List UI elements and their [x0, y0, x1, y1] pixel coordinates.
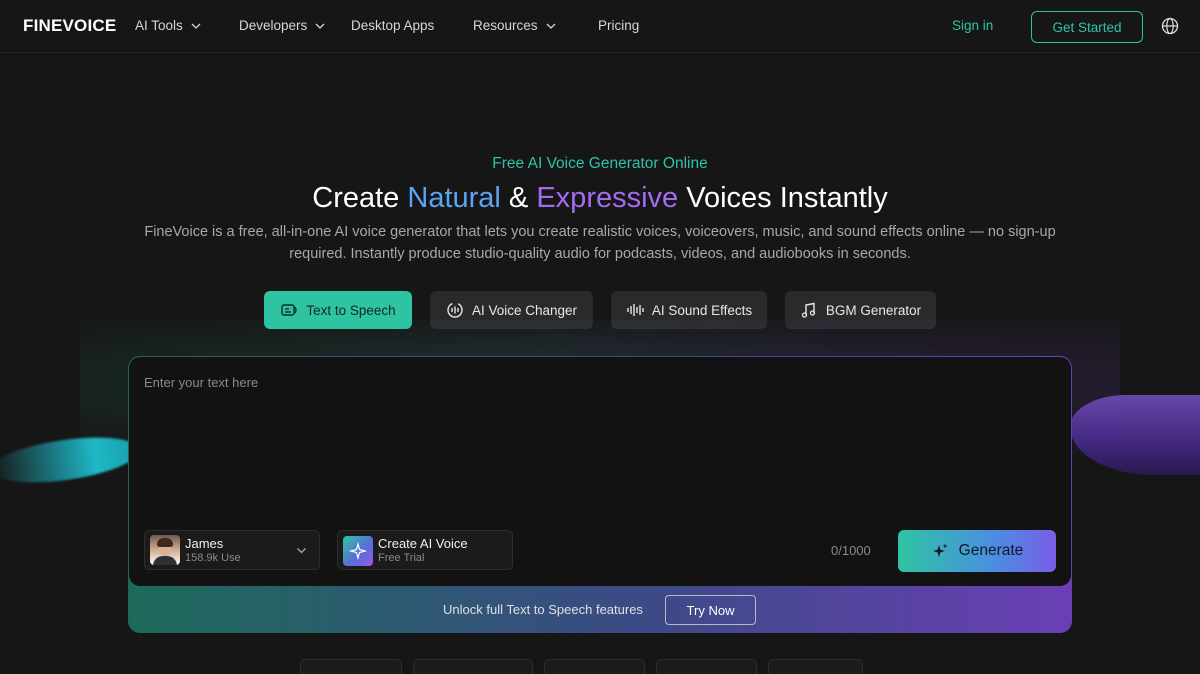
hero-headline: Create Natural & Expressive Voices Insta…: [0, 182, 1200, 215]
tab-label: Text to Speech: [306, 302, 396, 318]
chevron-down-icon: [191, 23, 201, 29]
category-pill[interactable]: [300, 659, 402, 674]
nav-divider: [0, 52, 1200, 53]
logo[interactable]: FINEVOICE: [23, 16, 116, 36]
unlock-text: Unlock full Text to Speech features: [443, 602, 643, 617]
nav-item-label: Desktop Apps: [351, 18, 435, 33]
category-pill[interactable]: [413, 659, 533, 674]
voice-avatar: [150, 535, 180, 565]
voice-usage: 158.9k Use: [185, 552, 241, 564]
tab-label: AI Sound Effects: [651, 302, 753, 318]
nav-item-pricing[interactable]: Pricing: [598, 18, 639, 33]
text-input[interactable]: [144, 375, 1044, 515]
nav-item-developers[interactable]: Developers: [239, 18, 325, 33]
text-to-speech-icon: [281, 304, 297, 316]
voice-name: James: [185, 536, 224, 551]
sound-wave-icon: [627, 304, 644, 316]
nav-item-desktop-apps[interactable]: Desktop Apps: [351, 18, 434, 33]
character-count: 0/1000: [831, 543, 871, 558]
top-nav: FINEVOICE AI Tools Developers Desktop Ap…: [0, 0, 1200, 52]
sparkle-voice-icon: [343, 536, 373, 566]
category-pill[interactable]: [768, 659, 863, 674]
decorative-wave-left: [0, 429, 143, 491]
tab-label: AI Voice Changer: [471, 302, 578, 318]
generate-label: Generate: [958, 542, 1024, 559]
headline-amp: &: [500, 182, 537, 214]
chevron-down-icon: [315, 23, 325, 29]
category-pill[interactable]: [544, 659, 645, 674]
nav-item-label: AI Tools: [135, 18, 183, 33]
nav-item-label: Pricing: [598, 18, 640, 33]
music-note-icon: [801, 302, 815, 318]
hero-eyebrow: Free AI Voice Generator Online: [492, 155, 708, 172]
try-now-button[interactable]: Try Now: [665, 595, 756, 625]
generate-button[interactable]: Generate: [898, 530, 1056, 572]
chevron-down-icon: [546, 23, 555, 29]
nav-item-label: Resources: [473, 18, 538, 33]
headline-prefix: Create: [312, 182, 408, 214]
headline-expressive: Expressive: [536, 182, 679, 214]
create-voice-subtitle: Free Trial: [378, 552, 425, 564]
hero-subtext: FineVoice is a free, all-in-one AI voice…: [144, 224, 1056, 262]
get-started-button[interactable]: Get Started: [1031, 11, 1143, 43]
create-voice-title: Create AI Voice: [378, 536, 468, 551]
category-pill[interactable]: [656, 659, 757, 674]
tab-label: BGM Generator: [825, 302, 922, 318]
nav-item-resources[interactable]: Resources: [473, 18, 556, 33]
sparkle-icon: [932, 543, 948, 557]
globe-icon[interactable]: [1161, 17, 1179, 35]
nav-item-label: Developers: [239, 18, 308, 33]
sign-in-link[interactable]: Sign in: [952, 18, 993, 33]
headline-natural: Natural: [407, 182, 501, 214]
chevron-down-icon[interactable]: [296, 545, 307, 556]
headline-suffix: Voices Instantly: [678, 182, 888, 214]
nav-item-ai-tools[interactable]: AI Tools: [135, 18, 201, 33]
voice-changer-icon: [447, 302, 463, 318]
